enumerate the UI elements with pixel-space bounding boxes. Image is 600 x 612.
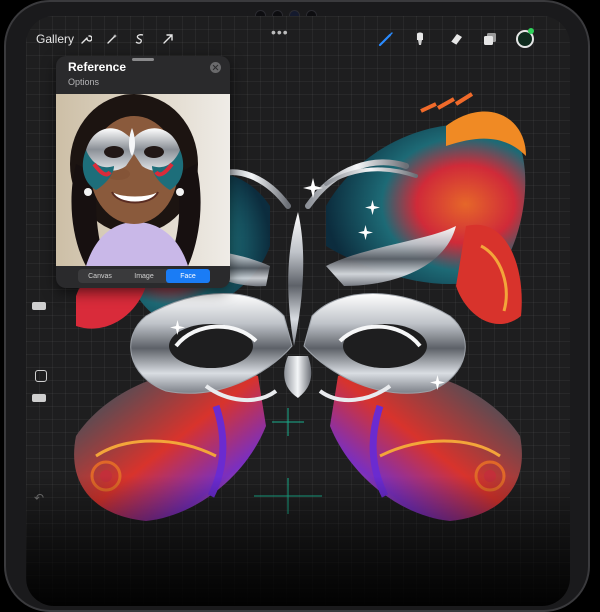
tab-canvas[interactable]: Canvas — [78, 269, 122, 283]
wrench-icon[interactable] — [76, 29, 96, 49]
reference-panel: Reference Options Canvas Image Face — [56, 56, 230, 288]
smudge-icon[interactable] — [410, 29, 430, 49]
active-color-indicator — [528, 28, 534, 34]
reference-title: Reference — [68, 60, 127, 74]
face-preview-image — [56, 94, 230, 266]
gallery-button[interactable]: Gallery — [36, 32, 74, 46]
magic-wand-icon[interactable] — [102, 29, 122, 49]
procreate-screen: Gallery ••• ↶ Reference Options Canvas I… — [26, 16, 570, 606]
transform-arrow-icon[interactable] — [158, 29, 178, 49]
layers-icon[interactable] — [480, 29, 500, 49]
face-camera-preview — [56, 94, 230, 266]
options-link[interactable]: Options — [68, 77, 99, 87]
reference-mode-tabs: Canvas Image Face — [78, 269, 210, 283]
more-options-icon[interactable]: ••• — [271, 24, 289, 40]
eraser-icon[interactable] — [446, 29, 466, 49]
close-icon[interactable] — [210, 62, 221, 73]
top-toolbar: Gallery ••• — [26, 16, 570, 60]
tab-face[interactable]: Face — [166, 269, 210, 283]
brush-size-slider[interactable] — [32, 302, 46, 310]
brush-icon[interactable] — [376, 29, 396, 49]
opacity-slider[interactable] — [32, 394, 46, 402]
undo-icon[interactable]: ↶ — [34, 491, 44, 505]
modify-button[interactable] — [35, 370, 47, 382]
panel-grabber[interactable] — [132, 58, 154, 61]
tab-image[interactable]: Image — [122, 269, 166, 283]
left-sidebar: ↶ — [26, 266, 48, 505]
ipad-frame: Gallery ••• ↶ Reference Options Canvas I… — [4, 0, 590, 612]
selection-icon[interactable] — [130, 29, 150, 49]
